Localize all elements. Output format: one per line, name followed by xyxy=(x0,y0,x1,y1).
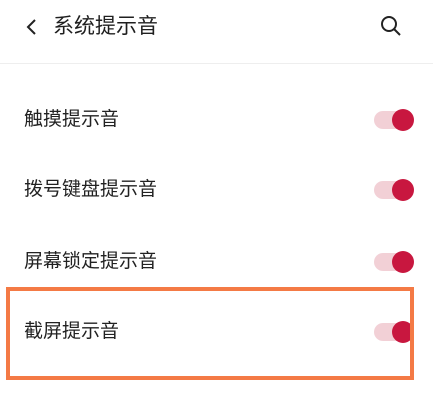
header-divider xyxy=(0,63,433,64)
toggle-knob xyxy=(392,179,414,201)
top-bar: 系统提示音 xyxy=(0,0,433,54)
lockscreen-sound-toggle[interactable] xyxy=(374,251,414,273)
screenshot-sound-toggle[interactable] xyxy=(374,321,414,343)
search-icon xyxy=(381,16,401,36)
dialpad-sound-toggle[interactable] xyxy=(374,179,414,201)
chevron-left-icon xyxy=(26,19,36,35)
setting-row-lockscreen-sound: 屏幕锁定提示音 xyxy=(0,232,433,292)
setting-row-screenshot-sound: 截屏提示音 xyxy=(0,302,433,362)
toggle-knob xyxy=(392,109,414,131)
page-title: 系统提示音 xyxy=(53,14,158,38)
touch-sound-toggle[interactable] xyxy=(374,109,414,131)
setting-label: 拨号键盘提示音 xyxy=(24,178,158,200)
setting-row-dialpad-sound: 拨号键盘提示音 xyxy=(0,160,433,220)
setting-label: 触摸提示音 xyxy=(24,108,120,130)
setting-label: 屏幕锁定提示音 xyxy=(24,250,158,272)
toggle-knob xyxy=(392,321,414,343)
search-button[interactable] xyxy=(377,12,405,40)
setting-label: 截屏提示音 xyxy=(24,320,120,342)
back-button[interactable] xyxy=(18,13,46,41)
toggle-knob xyxy=(392,251,414,273)
setting-row-touch-sound: 触摸提示音 xyxy=(0,90,433,150)
